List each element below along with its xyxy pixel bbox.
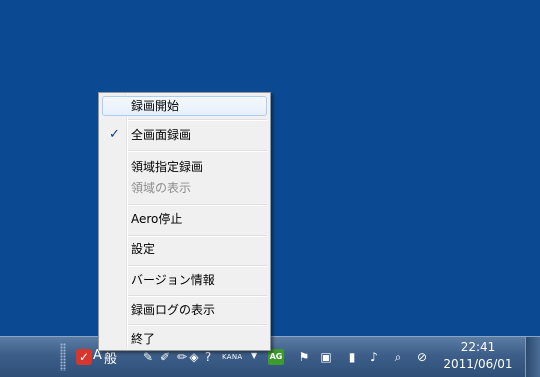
action-center-flag-icon[interactable]: ⚑ [296, 349, 312, 365]
menu-item-label: 領域の表示 [131, 181, 192, 195]
menu-separator [128, 295, 267, 297]
menu-item-show-region: 領域の表示 [102, 178, 267, 198]
menu-separator [128, 265, 267, 267]
menu-item-label: 録画開始 [131, 99, 180, 113]
menu-separator [128, 204, 267, 206]
menu-item-settings[interactable]: 設定 [102, 239, 267, 259]
menu-item-label: 領域指定録画 [131, 160, 204, 174]
menu-item-label: 録画ログの表示 [131, 303, 216, 317]
clock[interactable]: 22:41 2011/06/01 [438, 339, 518, 373]
search-icon[interactable]: ⌕ [390, 349, 406, 365]
recorder-tray-icon[interactable]: ✓ [76, 349, 92, 365]
menu-item-label: 全画面録画 [131, 128, 192, 142]
taskbar-grip[interactable] [60, 343, 66, 371]
menu-item-label: バージョン情報 [131, 273, 215, 287]
menu-item-version-info[interactable]: バージョン情報 [102, 270, 267, 290]
menu-separator [128, 119, 267, 121]
menu-item-label: 終了 [131, 332, 156, 346]
ag-tray-icon[interactable]: AG [268, 349, 284, 365]
menu-separator [128, 324, 267, 326]
menu-item-region-record[interactable]: 領域指定録画 [102, 157, 267, 177]
kana-indicator[interactable]: KANA [222, 353, 242, 361]
menu-item-label: Aero停止 [131, 212, 183, 226]
ime-options-arrow-icon[interactable]: ▼ [251, 351, 257, 360]
clock-date: 2011/06/01 [443, 357, 513, 371]
menu-separator [128, 235, 267, 237]
context-menu: 録画開始 ✓ 全画面録画 領域指定録画 領域の表示 Aero停止 設定 バージョ… [98, 92, 271, 351]
menu-item-start-recording[interactable]: 録画開始 [102, 96, 267, 116]
menu-item-show-log[interactable]: 録画ログの表示 [102, 300, 267, 320]
menu-separator [128, 150, 267, 152]
power-icon[interactable]: ▮ [344, 349, 360, 365]
ime-tool-icon[interactable]: ✎ [140, 349, 156, 365]
menu-item-label: 設定 [131, 242, 156, 256]
help-icon[interactable]: ? [200, 349, 216, 365]
volume-icon[interactable]: ♪ [366, 349, 382, 365]
menu-item-exit[interactable]: 終了 [102, 329, 267, 349]
show-desktop-button[interactable] [525, 337, 540, 377]
ime-dictionary-icon[interactable]: ✐ [157, 349, 173, 365]
network-icon[interactable]: ▣ [318, 349, 334, 365]
menu-item-aero-stop[interactable]: Aero停止 [102, 209, 267, 229]
clock-time: 22:41 [460, 340, 496, 354]
menu-item-fullscreen-record[interactable]: ✓ 全画面録画 [102, 125, 267, 145]
check-icon: ✓ [109, 127, 120, 142]
app-tray-icon[interactable]: ⊘ [414, 349, 430, 365]
